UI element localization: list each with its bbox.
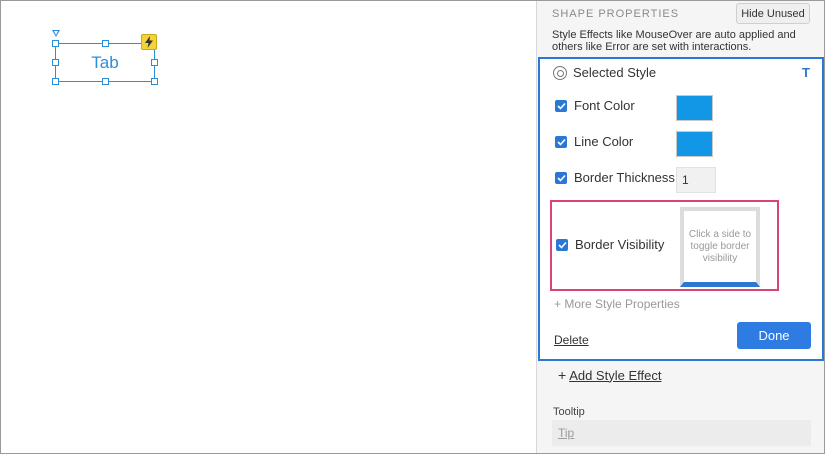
text-style-icon[interactable]: T: [802, 65, 810, 80]
border-visibility-toggle[interactable]: Click a side to toggle border visibility: [680, 207, 760, 287]
border-visibility-row: Border Visibility: [556, 237, 664, 252]
border-thickness-row: Border Thickness: [555, 170, 675, 185]
selected-style-title: Selected Style: [573, 65, 657, 80]
tooltip-label: Tooltip: [553, 406, 585, 418]
border-visibility-highlight: Border Visibility Click a side to toggle…: [550, 200, 779, 291]
anchor-icon[interactable]: [52, 30, 60, 37]
add-style-effect-label: Add Style Effect: [569, 367, 662, 383]
delete-link[interactable]: Delete: [554, 333, 589, 347]
resize-handle-top[interactable]: [102, 40, 109, 47]
tab-widget-label: Tab: [91, 52, 119, 72]
border-thickness-input[interactable]: 1: [676, 167, 716, 193]
resize-handle-bottom[interactable]: [102, 78, 109, 85]
font-color-checkbox[interactable]: [555, 99, 567, 112]
canvas[interactable]: Tab: [1, 1, 536, 453]
resize-handle-bottom-left[interactable]: [52, 78, 59, 85]
target-icon: [553, 65, 567, 80]
font-color-label: Font Color: [574, 98, 635, 113]
line-color-swatch[interactable]: [676, 131, 713, 157]
border-visibility-hint: Click a side to toggle border visibility: [688, 228, 752, 264]
border-thickness-label: Border Thickness: [574, 170, 675, 185]
resize-handle-right[interactable]: [151, 59, 158, 66]
add-style-effect-link[interactable]: + Add Style Effect: [558, 367, 661, 383]
resize-handle-top-left[interactable]: [52, 40, 59, 47]
style-effects-note: Style Effects like MouseOver are auto ap…: [552, 29, 796, 53]
resize-handle-bottom-right[interactable]: [151, 78, 158, 85]
tooltip-input[interactable]: Tip: [552, 420, 811, 446]
border-thickness-checkbox[interactable]: [555, 171, 567, 184]
selected-style-section: Selected Style T Font Color Line Color B…: [538, 57, 824, 361]
more-style-properties-link[interactable]: + More Style Properties: [554, 297, 680, 311]
resize-handle-left[interactable]: [52, 59, 59, 66]
hide-unused-button[interactable]: Hide Unused: [736, 3, 810, 24]
done-button[interactable]: Done: [737, 322, 811, 349]
selected-style-header[interactable]: Selected Style: [553, 65, 656, 80]
lightning-icon[interactable]: [141, 34, 157, 50]
line-color-checkbox[interactable]: [555, 135, 567, 148]
font-color-row: Font Color: [555, 98, 635, 113]
line-color-row: Line Color: [555, 134, 633, 149]
shape-properties-panel: SHAPE PROPERTIES Hide Unused Style Effec…: [536, 1, 824, 453]
line-color-label: Line Color: [574, 134, 634, 149]
panel-title: SHAPE PROPERTIES: [552, 8, 680, 20]
font-color-swatch[interactable]: [676, 95, 713, 121]
tab-widget[interactable]: Tab: [52, 30, 158, 85]
border-visibility-label: Border Visibility: [575, 237, 665, 252]
border-visibility-checkbox[interactable]: [556, 238, 568, 251]
plus-icon: +: [558, 367, 567, 383]
